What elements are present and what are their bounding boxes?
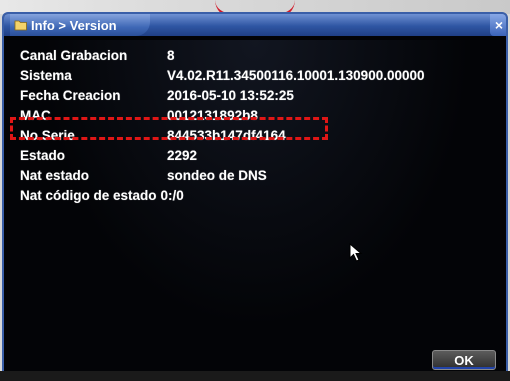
info-label: Nat estado [20,167,90,183]
info-value: 0012131892b8 [167,107,258,123]
title-bar: Info > Version × [4,14,506,36]
mouse-pointer-icon [349,242,365,263]
info-row-mac: MAC 0012131892b8 [20,106,258,124]
info-value: 0:/0 [160,187,184,203]
info-value: 844533b147df4164 [167,127,286,143]
info-folder-icon [14,18,28,32]
info-value: sondeo de DNS [167,167,267,183]
info-row-fecha-creacion: Fecha Creacion 2016-05-10 13:52:25 [20,86,294,104]
info-value: 8 [167,47,175,63]
window-title: Info > Version [31,17,117,33]
info-value: 2292 [167,147,198,163]
info-content: Canal Grabacion 8 Sistema V4.02.R11.3450… [4,40,506,376]
info-value: V4.02.R11.34500116.10001.130900.00000 [167,67,425,83]
info-value: 2016-05-10 13:52:25 [167,87,294,103]
photo-edge-bottom [0,371,510,381]
info-label: Sistema [20,67,72,83]
info-label: MAC [20,107,51,123]
info-version-dialog: Info > Version × Canal Grabacion 8 Siste… [2,12,508,378]
info-label: Estado [20,147,66,163]
info-row-estado: Estado 2292 [20,146,197,164]
info-row-canal-grabacion: Canal Grabacion 8 [20,46,175,64]
close-button[interactable]: × [490,14,506,36]
info-label: Canal Grabacion [20,47,128,63]
title-tab: Info > Version [10,14,150,36]
info-label: Fecha Creacion [20,87,121,103]
info-label: Nat código de estado [20,187,157,203]
info-row-sistema: Sistema V4.02.R11.34500116.10001.130900.… [20,66,425,84]
info-row-no-serie: No.Serie 844533b147df4164 [20,126,286,144]
info-label: No.Serie [20,127,75,143]
info-row-nat-codigo: Nat código de estado 0:/0 [20,186,184,204]
ok-button[interactable]: OK [432,350,496,370]
info-row-nat-estado: Nat estado sondeo de DNS [20,166,267,184]
